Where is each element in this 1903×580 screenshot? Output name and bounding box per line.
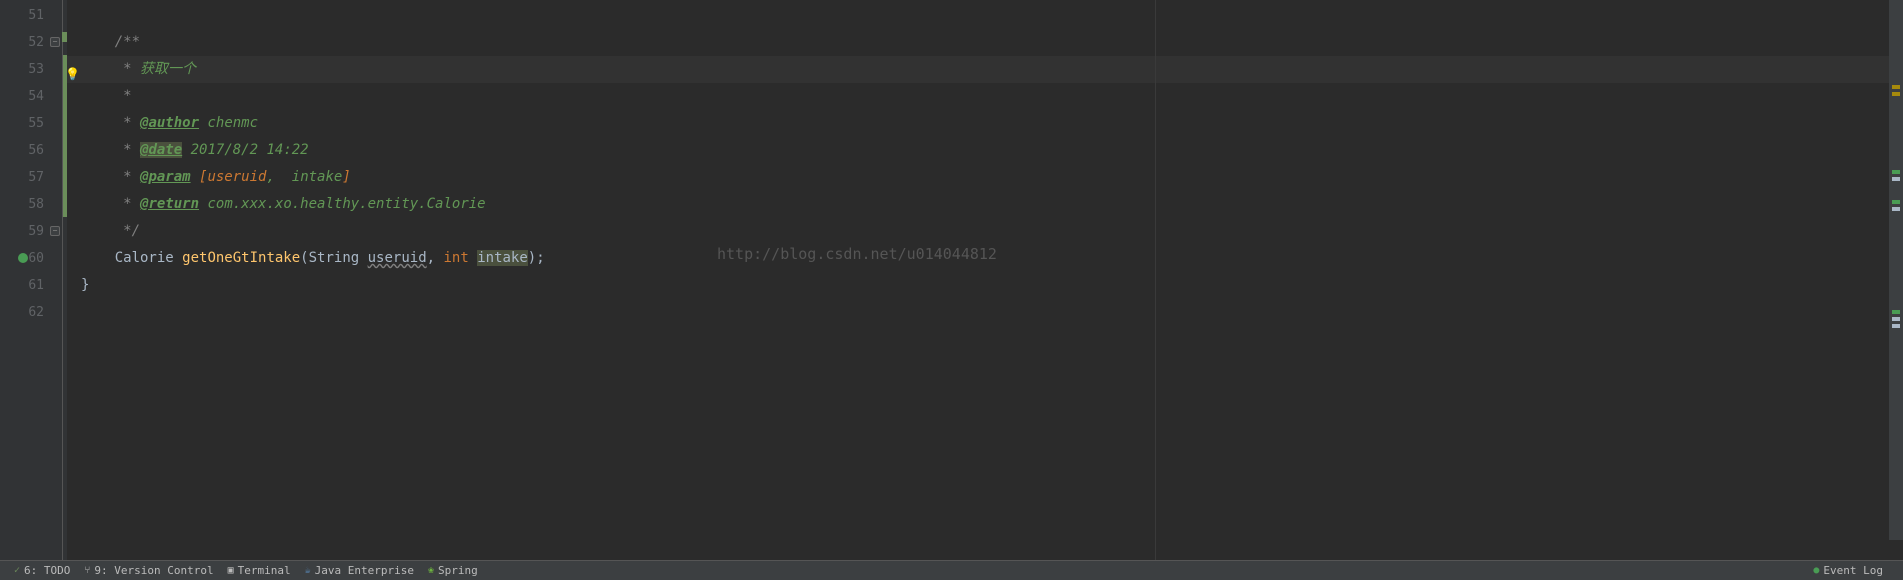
change-marker-icon[interactable] (1892, 310, 1900, 314)
implement-marker-icon[interactable] (18, 253, 28, 263)
java-enterprise-tool-button[interactable]: ☕ Java Enterprise (305, 564, 414, 577)
editor-scrollbar[interactable] (1889, 0, 1903, 540)
line-number: 56 (8, 137, 62, 164)
event-log-icon: ● (1813, 565, 1819, 576)
code-line[interactable]: * @param [useruid, intake] (67, 164, 1903, 191)
match-marker-icon[interactable] (1892, 324, 1900, 328)
code-line[interactable] (67, 299, 1903, 326)
fold-marker-icon[interactable]: − (50, 226, 60, 236)
fold-marker-icon[interactable]: − (50, 37, 60, 47)
java-enterprise-icon: ☕ (305, 565, 311, 576)
change-marker-icon[interactable] (1892, 200, 1900, 204)
line-number: 55 (8, 110, 62, 137)
todo-icon: ✓ (14, 565, 20, 576)
line-number: 52 − (8, 29, 62, 56)
code-line[interactable]: } (67, 272, 1903, 299)
line-number: 61 (8, 272, 62, 299)
code-line[interactable]: * @author chenmc (67, 110, 1903, 137)
line-number: 62 (8, 299, 62, 326)
watermark-text: http://blog.csdn.net/u014044812 (717, 245, 997, 263)
warning-marker-icon[interactable] (1892, 85, 1900, 89)
code-line[interactable]: * @date 2017/8/2 14:22 (67, 137, 1903, 164)
code-line[interactable]: /** (67, 29, 1903, 56)
line-number: 53 💡 (8, 56, 62, 83)
terminal-tool-button[interactable]: ▣ Terminal (228, 564, 291, 577)
line-number: 51 (8, 2, 62, 29)
spring-tool-button[interactable]: ❀ Spring (428, 564, 478, 577)
code-line[interactable]: */ (67, 218, 1903, 245)
match-marker-icon[interactable] (1892, 177, 1900, 181)
vcs-tool-button[interactable]: ⑂ 9: Version Control (84, 564, 213, 577)
right-margin-line (1155, 0, 1156, 560)
status-bar: ✓ 6: TODO ⑂ 9: Version Control ▣ Termina… (0, 560, 1903, 580)
warning-marker-icon[interactable] (1892, 92, 1900, 96)
line-number: 60 (8, 245, 62, 272)
line-number: 54 (8, 83, 62, 110)
line-number: 57 (8, 164, 62, 191)
gutter: 51 52 − 53 💡 54 55 56 57 58 59 − 60 61 6… (8, 0, 63, 560)
terminal-icon: ▣ (228, 565, 234, 576)
code-line-active[interactable]: * 获取一个 (67, 56, 1903, 83)
left-rail (0, 0, 8, 560)
line-number: 59 − (8, 218, 62, 245)
todo-tool-button[interactable]: ✓ 6: TODO (14, 564, 70, 577)
code-line[interactable] (67, 2, 1903, 29)
event-log-button[interactable]: ● Event Log (1813, 564, 1883, 577)
spring-icon: ❀ (428, 565, 434, 576)
intention-bulb-icon[interactable]: 💡 (65, 61, 80, 88)
match-marker-icon[interactable] (1892, 207, 1900, 211)
line-number: 58 (8, 191, 62, 218)
code-area[interactable]: /** * 获取一个 * * @author chenmc * @date 20… (67, 0, 1903, 560)
match-marker-icon[interactable] (1892, 317, 1900, 321)
code-line[interactable]: * @return com.xxx.xo.healthy.entity.Calo… (67, 191, 1903, 218)
branch-icon: ⑂ (84, 565, 90, 576)
code-line[interactable]: * (67, 83, 1903, 110)
change-marker-icon[interactable] (1892, 170, 1900, 174)
